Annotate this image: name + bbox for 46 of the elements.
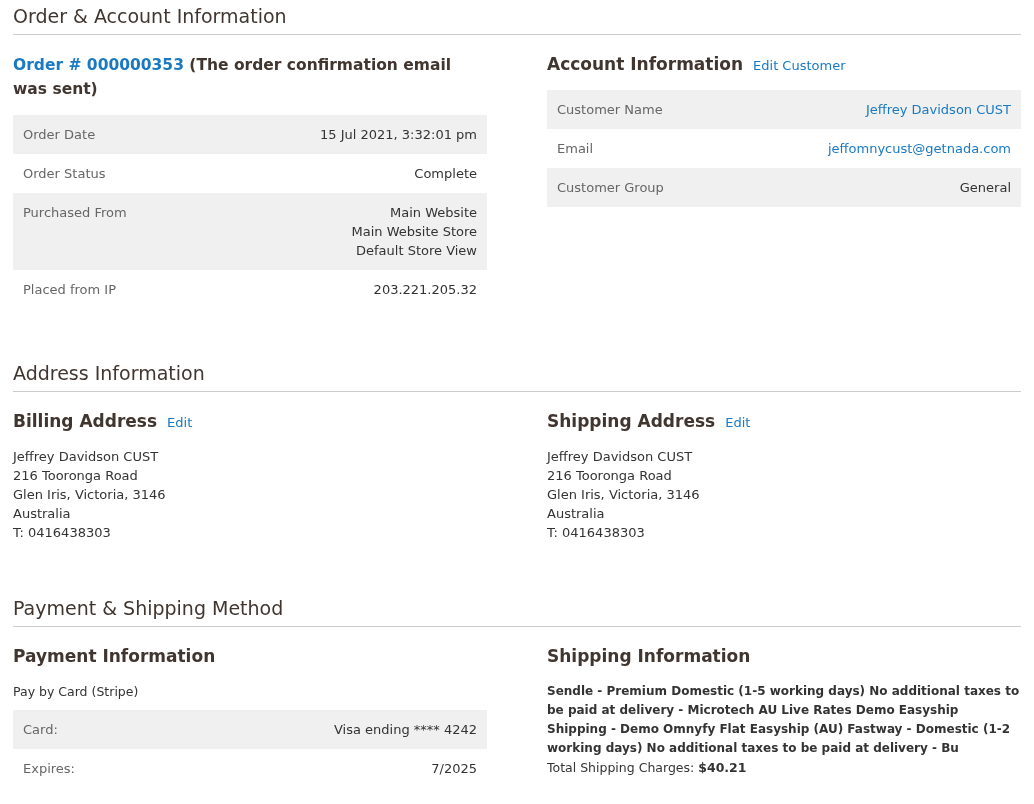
section-title: Payment & Shipping Method — [13, 596, 1021, 627]
section-title: Order & Account Information — [13, 4, 1021, 35]
row-label: Order Status — [23, 165, 106, 183]
row-label: Customer Name — [557, 101, 663, 119]
row-value: Visa ending **** 4242 — [333, 721, 477, 739]
address-line: Australia — [13, 505, 72, 523]
payment-method: Pay by Card (Stripe) — [13, 683, 140, 701]
order-heading: Order # 000000353 (The order confirmation email was sent) — [13, 55, 453, 100]
address-line: T: 0416438303 — [547, 524, 646, 542]
section-title: Address Information — [13, 361, 1021, 392]
shipping-description: Sendle - Premium Domestic (1-5 working days) No additional taxes to be paid at delivery - Microtech AU Live Rates Demo Easyship Shipping - Demo Omnyfy Flat Easyship (AU) Fastway - Domestic (1-2 working days) No additional taxes to be paid at delivery - Bu — [547, 683, 1021, 757]
address-line: Jeffrey Davidson CUST — [13, 448, 160, 466]
order-link[interactable]: Order # 000000353 — [13, 56, 184, 74]
row-label: Placed from IP — [23, 281, 116, 299]
row-value-link[interactable]: Jeffrey Davidson CUST — [865, 100, 1011, 119]
address-line: Glen Iris, Victoria, 3146 — [13, 486, 167, 504]
row-value: 203.221.205.32 — [373, 281, 477, 299]
row-value: 7/2025 — [431, 760, 477, 778]
address-line: Australia — [547, 505, 606, 523]
shipping-total: Total Shipping Charges: $40.21 — [547, 759, 748, 777]
row-label: Order Date — [23, 126, 96, 144]
address-line: T: 0416438303 — [13, 524, 112, 542]
row-value: General — [959, 179, 1011, 197]
row-value: Main Website Store — [351, 223, 477, 241]
address-line: Jeffrey Davidson CUST — [547, 448, 694, 466]
row-label: Customer Group — [557, 179, 664, 197]
row-label: Card: — [23, 721, 58, 739]
edit-link[interactable]: Edit — [167, 415, 193, 430]
row-label: Email — [557, 140, 594, 158]
row-value-link[interactable]: jeffomnycust@getnada.com — [827, 139, 1011, 158]
subsection-title: Payment Information — [13, 645, 216, 668]
address-line: 216 Tooronga Road — [547, 467, 673, 485]
subsection-title: Account Information — [547, 53, 744, 76]
row-value: Default Store View — [356, 242, 477, 260]
subsection-title: Billing Address — [13, 410, 158, 433]
row-label: Purchased From — [23, 204, 127, 222]
subsection-title: Shipping Information — [547, 645, 751, 668]
row-label: Expires: — [23, 760, 75, 778]
row-value: Main Website — [390, 204, 477, 222]
row-value: Complete — [414, 165, 477, 183]
edit-link[interactable]: Edit — [725, 415, 751, 430]
subsection-title: Shipping Address — [547, 410, 716, 433]
row-value: 15 Jul 2021, 3:32:01 pm — [320, 126, 477, 144]
edit-link[interactable]: Edit Customer — [753, 58, 846, 73]
address-line: 216 Tooronga Road — [13, 467, 139, 485]
address-line: Glen Iris, Victoria, 3146 — [547, 486, 701, 504]
